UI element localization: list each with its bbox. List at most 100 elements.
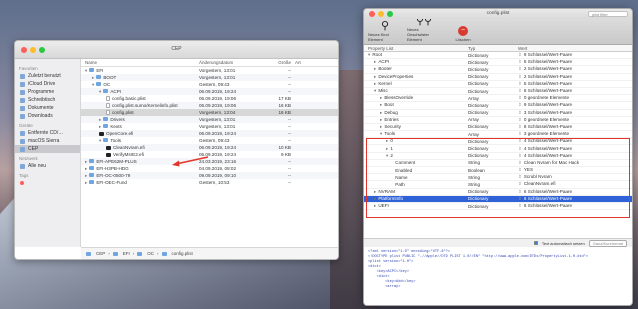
plist-row[interactable]: ▸ Debug Dictionary ⇕ 3 Schlüssel/Wert-Paare <box>364 110 632 117</box>
plist-row[interactable]: ▸ Kernel Dictionary ⇕ 5 Schlüssel/Wert-Paare <box>364 81 632 88</box>
plist-row[interactable]: ▾ Misc Dictionary ⇕ 6 Schlüssel/Wert-Paare <box>364 88 632 96</box>
plist-value: 9 Schlüssel/Wert-Paare <box>523 102 573 108</box>
file-size: -- <box>287 75 291 80</box>
sidebar-item[interactable]: Alle neu <box>15 162 80 170</box>
plist-key: Entries <box>384 116 399 122</box>
file-row[interactable]: CleanNvram.efi 06.09.2019, 19:24 10 KB <box>81 144 338 151</box>
file-name: OC <box>103 81 111 87</box>
format-select[interactable]: Ganz/Kurzformat <box>588 239 627 247</box>
disclosure-open-icon[interactable]: ▾ <box>85 68 87 73</box>
sidebar-item[interactable]: Schreibtisch <box>15 96 80 104</box>
value-stepper-icon[interactable]: ⇕ <box>518 59 522 64</box>
plist-titlebar[interactable]: config.plist plist filter <box>364 9 632 19</box>
file-row[interactable]: ▾ Tools Gestern, 09:43 -- <box>81 137 338 144</box>
column-header-key[interactable]: Property List <box>364 46 468 51</box>
disclosure-open-icon[interactable]: ▾ <box>380 131 382 136</box>
plist-row[interactable]: ▸ Boot Dictionary ⇕ 9 Schlüssel/Wert-Paare <box>364 102 632 110</box>
file-row[interactable]: ▾ EFI Vorgestern, 13:01 -- <box>81 67 338 74</box>
sidebar-item[interactable]: CEP <box>15 145 80 153</box>
disclosure-closed-icon[interactable]: ▸ <box>85 180 87 185</box>
disclosure-closed-icon[interactable]: ▸ <box>380 102 382 107</box>
file-row[interactable]: ▾ OC Gestern, 09:43 -- <box>81 81 338 88</box>
sidebar-item[interactable]: Entfernte CD/… <box>15 129 80 137</box>
xml-source-view[interactable]: <?xml version="1.0" encoding="UTF-8"?> <!… <box>364 247 632 305</box>
disclosure-closed-icon[interactable]: ▸ <box>99 117 101 122</box>
disclosure-closed-icon[interactable]: ▸ <box>380 110 382 115</box>
disclosure-closed-icon[interactable]: ▸ <box>374 81 376 86</box>
value-stepper-icon[interactable]: ⇕ <box>518 66 522 71</box>
file-date: Vorgestern, 13:01 <box>199 124 236 129</box>
value-stepper-icon[interactable]: ⇕ <box>518 88 522 93</box>
path-segment[interactable]: OC <box>147 251 154 256</box>
file-row[interactable]: ▸ Kexts Vorgestern, 13:01 -- <box>81 123 338 130</box>
disclosure-open-icon[interactable]: ▾ <box>92 82 94 87</box>
sidebar-item[interactable]: Zuletzt benutzt <box>15 72 80 80</box>
finder-path-bar: CEP › EFI › OC › config.plist <box>81 247 338 259</box>
filter-search-field[interactable]: plist filter <box>588 11 628 17</box>
plist-row[interactable]: ▸ BlessOverride Array ⇕ 0 geordnete Elemente <box>364 95 632 103</box>
path-segment[interactable]: EFI <box>123 251 130 256</box>
file-row[interactable]: config.plist.sumo/Kernelinfo.plist 06.09.… <box>81 102 338 109</box>
disclosure-closed-icon[interactable]: ▸ <box>99 124 101 129</box>
finder-titlebar[interactable]: CEP <box>15 41 338 59</box>
value-stepper-icon[interactable]: ⇕ <box>518 124 522 129</box>
disclosure-closed-icon[interactable]: ▸ <box>92 75 94 80</box>
plist-row[interactable]: ▸ DeviceProperties Dictionary ⇕ 2 Schlüssel/… <box>364 74 632 81</box>
file-row[interactable]: ▸ EFI-OC-0500-79 09.09.2019, 09:10 -- <box>81 172 338 179</box>
disclosure-open-icon[interactable]: ▾ <box>368 52 370 57</box>
sidebar-item[interactable]: Dokumente <box>15 104 80 112</box>
path-segment[interactable]: config.plist <box>172 251 193 256</box>
sidebar-item[interactable]: Programme <box>15 88 80 96</box>
column-header-kind[interactable]: Art <box>295 60 338 65</box>
column-header-name[interactable]: Name <box>81 60 199 65</box>
plist-row[interactable]: ▾ Root Dictionary ⇕ 9 Schlüssel/Wert-Paare <box>364 52 632 60</box>
file-row[interactable]: config.basic.plist 06.09.2019, 19:06 17 KB <box>81 95 338 102</box>
sidebar-item[interactable]: iCloud Drive <box>15 80 80 88</box>
disclosure-closed-icon[interactable]: ▸ <box>380 95 382 100</box>
auto-text-checkbox[interactable] <box>533 241 538 245</box>
new-sibling-button[interactable]: ⚲⚲ Neues Geschwister Element <box>407 15 441 42</box>
column-header-type[interactable]: Typ <box>468 46 518 51</box>
value-stepper-icon[interactable]: ⇕ <box>518 74 522 79</box>
file-row[interactable]: OpenCore.efi 06.09.2019, 19:24 -- <box>81 130 338 137</box>
value-stepper-icon[interactable]: ⇕ <box>518 102 522 107</box>
path-segment[interactable]: CEP <box>96 251 105 256</box>
disclosure-open-icon[interactable]: ▾ <box>374 88 376 93</box>
disclosure-closed-icon[interactable]: ▸ <box>85 159 87 164</box>
value-stepper-icon[interactable]: ⇕ <box>518 52 522 57</box>
disclosure-closed-icon[interactable]: ▸ <box>374 66 376 71</box>
disclosure-open-icon[interactable]: ▾ <box>99 138 101 143</box>
sidebar-item[interactable]: macOS Sierra <box>15 137 80 145</box>
disclosure-closed-icon[interactable]: ▸ <box>374 74 376 79</box>
file-row[interactable]: ▸ Drivers Vorgestern, 13:01 -- <box>81 116 338 123</box>
file-row[interactable]: ▸ BOOT Vorgestern, 13:01 -- <box>81 74 338 81</box>
file-row[interactable]: ▸ EFI-OEC-Fund Gestern, 10:53 -- <box>81 179 338 186</box>
value-stepper-icon[interactable]: ⇕ <box>518 117 522 122</box>
file-name-cell: ▸ EFI-OEC-Fund <box>81 180 199 186</box>
file-row[interactable]: ▾ ACPI 06.09.2019, 19:24 -- <box>81 88 338 95</box>
value-stepper-icon[interactable]: ⇕ <box>518 110 522 115</box>
new-child-button[interactable]: ⚲ Neues Kind Element <box>368 20 402 42</box>
folder-icon <box>89 180 95 185</box>
plist-key: Security <box>384 123 401 129</box>
plist-row[interactable]: ▸ Booter Dictionary ⇕ 2 Schlüssel/Wert-Paare <box>364 66 632 74</box>
column-header-date[interactable]: Änderungsdatum <box>199 60 265 65</box>
file-row[interactable]: config.plist Vorgestern, 13:04 16 KB <box>81 109 338 116</box>
value-stepper-icon[interactable]: ⇕ <box>518 81 522 86</box>
plist-row[interactable]: ▸ Entries Array ⇕ 0 geordnete Elemente <box>364 117 632 124</box>
delete-button[interactable]: − Löschen <box>446 26 480 42</box>
column-header-value[interactable]: Wert <box>518 46 632 51</box>
plist-row[interactable]: ▸ Security Dictionary ⇕ 8 Schlüssel/Wert-Paa… <box>364 123 632 132</box>
column-header-size[interactable]: Größe <box>265 60 295 65</box>
plist-row[interactable]: ▸ ACPI Dictionary ⇕ 5 Schlüssel/Wert-Paare <box>364 59 632 67</box>
disclosure-closed-icon[interactable]: ▸ <box>85 166 87 171</box>
value-stepper-icon[interactable]: ⇕ <box>518 95 522 100</box>
value-stepper-icon[interactable]: ⇕ <box>518 131 522 136</box>
sidebar-item[interactable]: Downloads <box>15 112 80 120</box>
disclosure-closed-icon[interactable]: ▸ <box>374 59 376 64</box>
sidebar-tag-red[interactable] <box>15 179 80 187</box>
disclosure-closed-icon[interactable]: ▸ <box>380 117 382 122</box>
disclosure-closed-icon[interactable]: ▸ <box>85 173 87 178</box>
disclosure-open-icon[interactable]: ▾ <box>99 89 101 94</box>
disclosure-closed-icon[interactable]: ▸ <box>380 124 382 129</box>
